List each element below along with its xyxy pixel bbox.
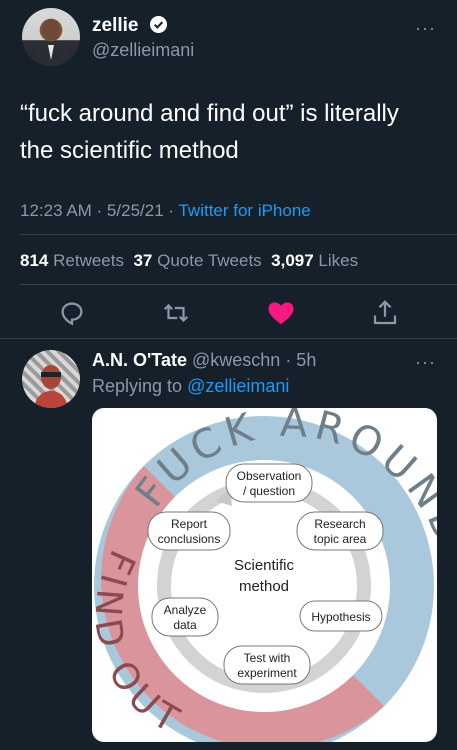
node-test: Test with experiment	[223, 645, 311, 685]
node-research: Research topic area	[296, 511, 384, 551]
quote-tweets-label: Quote Tweets	[157, 251, 262, 270]
attached-image[interactable]: FUCK AROUND FIND OUT Scientific method O…	[92, 408, 437, 742]
tweet-stats: 814 Retweets 37 Quote Tweets 3,097 Likes	[20, 251, 358, 271]
center-label-line2: method	[239, 578, 289, 595]
likes-stat[interactable]: 3,097 Likes	[271, 251, 358, 270]
heart-icon[interactable]	[266, 298, 296, 328]
reply-more-options-icon[interactable]: ···	[415, 352, 436, 373]
share-icon[interactable]	[370, 298, 400, 328]
center-label-line1: Scientific	[234, 557, 295, 574]
tweet-timestamp[interactable]: 12:23 AM · 5/25/21 ·	[20, 201, 178, 220]
tweet-source-link[interactable]: Twitter for iPhone	[178, 201, 310, 220]
quote-tweets-stat[interactable]: 37 Quote Tweets	[133, 251, 261, 270]
node-analyze-line1: Analyze	[164, 603, 207, 617]
divider	[0, 338, 457, 339]
author-photo	[30, 19, 72, 66]
author-name[interactable]: zellie	[92, 15, 138, 37]
likes-count: 3,097	[271, 251, 314, 270]
author-avatar[interactable]	[22, 8, 80, 66]
tweet-text-line: the scientific method	[20, 137, 239, 164]
retweets-count: 814	[20, 251, 49, 270]
node-test-line2: experiment	[237, 666, 297, 680]
more-options-icon[interactable]: ···	[415, 18, 436, 39]
divider	[20, 234, 457, 235]
tweet-text: “fuck around and find out” is literally …	[20, 95, 440, 169]
reply-icon[interactable]	[57, 298, 87, 328]
reply-header: A.N. O'Tate @kweschn · 5h	[92, 350, 316, 371]
replying-to-handle[interactable]: @zellieimani	[187, 376, 289, 396]
divider	[20, 284, 457, 285]
tweet-text-line: “fuck around and find out” is literally	[20, 100, 399, 127]
node-test-line1: Test with	[244, 651, 291, 665]
node-report: Report conclusions	[147, 511, 231, 551]
reply-author-photo	[34, 365, 68, 408]
node-analyze-line2: data	[173, 618, 197, 632]
retweets-label: Retweets	[53, 251, 124, 270]
likes-label: Likes	[318, 251, 359, 270]
reply-author-avatar[interactable]	[22, 350, 80, 408]
quote-tweets-count: 37	[133, 251, 153, 270]
author-handle[interactable]: @zellieimani	[92, 40, 194, 61]
reply-author-handle[interactable]: @kweschn	[192, 350, 280, 370]
node-hypothesis: Hypothesis	[299, 600, 383, 632]
reply-author-name[interactable]: A.N. O'Tate	[92, 350, 187, 370]
node-hypothesis-label: Hypothesis	[311, 610, 370, 624]
node-report-line1: Report	[171, 517, 208, 531]
node-report-line2: conclusions	[158, 532, 221, 546]
replying-to: Replying to @zellieimani	[92, 376, 289, 397]
tweet-meta: 12:23 AM · 5/25/21 · Twitter for iPhone	[20, 201, 311, 221]
node-observation-line2: / question	[243, 484, 295, 498]
node-observation: Observation / question	[225, 463, 313, 503]
retweets-stat[interactable]: 814 Retweets	[20, 251, 124, 270]
verified-badge-icon	[149, 15, 168, 34]
node-research-line1: Research	[314, 517, 365, 531]
node-research-line2: topic area	[314, 532, 367, 546]
node-observation-line1: Observation	[237, 469, 302, 483]
node-analyze: Analyze data	[151, 597, 219, 637]
replying-to-prefix: Replying to	[92, 376, 188, 396]
scientific-method-diagram: FUCK AROUND FIND OUT Scientific method O…	[92, 408, 437, 742]
reply-timestamp[interactable]: · 5h	[285, 350, 316, 370]
retweet-icon[interactable]	[161, 298, 191, 328]
